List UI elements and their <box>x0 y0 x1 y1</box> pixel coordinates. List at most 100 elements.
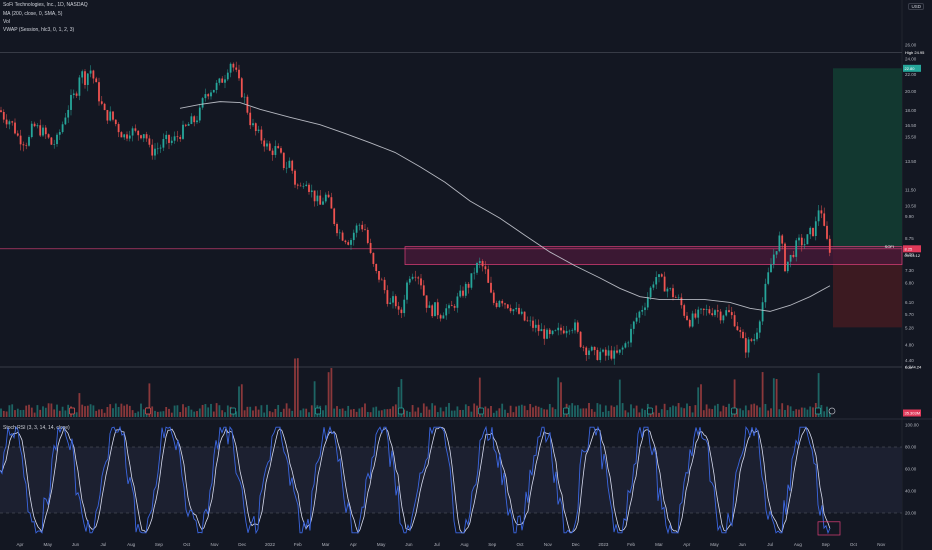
event-marker-icon[interactable] <box>315 407 321 415</box>
volume-bar <box>509 405 512 417</box>
event-marker-icon[interactable] <box>398 407 404 415</box>
candle-body <box>53 144 56 145</box>
volume-bar <box>798 409 800 417</box>
dividend-marker-icon[interactable] <box>828 407 836 415</box>
candle-body <box>506 304 509 309</box>
candle-body <box>826 225 828 239</box>
volume-bar <box>246 406 249 417</box>
volume-bar <box>380 410 383 417</box>
event-marker-icon[interactable] <box>731 407 737 415</box>
volume-bar <box>386 409 389 417</box>
event-marker-icon[interactable] <box>815 407 821 415</box>
candle-body <box>128 135 131 139</box>
time-axis-label: Sep <box>488 542 497 547</box>
volume-bar <box>590 409 593 417</box>
candle-body <box>694 313 697 318</box>
time-axis-label: Aug <box>794 542 803 547</box>
event-marker-icon[interactable] <box>230 407 236 415</box>
volume-bar <box>666 410 669 417</box>
candle-body <box>39 125 42 136</box>
volume-bar <box>571 403 574 417</box>
ma-legend[interactable]: MA (200, close, 0, SMA, 5) <box>3 11 62 18</box>
volume-bar <box>210 403 212 417</box>
candle-body <box>151 144 154 156</box>
candle-body <box>568 330 571 332</box>
volume-bar <box>422 403 425 417</box>
time-axis-label: Jun <box>405 542 413 547</box>
chart-canvas[interactable]: 4.244.404.805.285.706.106.807.308.008.75… <box>0 0 932 550</box>
volume-bar <box>366 411 369 417</box>
candle-body <box>36 125 39 127</box>
candle-body <box>44 127 47 135</box>
event-marker-icon[interactable] <box>145 407 151 415</box>
volume-bar <box>50 403 53 417</box>
candle-body <box>378 271 380 280</box>
price-tick-label: 24.00 <box>905 57 917 62</box>
event-marker-icon[interactable] <box>69 407 75 415</box>
volume-bar <box>778 409 781 417</box>
volume-bar <box>162 411 165 417</box>
candle-body <box>341 232 344 241</box>
vol-legend[interactable]: Vol <box>3 19 10 26</box>
candle-body <box>772 254 775 265</box>
volume-bar <box>702 410 705 417</box>
volume-bar <box>302 408 305 417</box>
vwap-legend[interactable]: VWAP (Session, hlc3, 0, 1, 2, 3) <box>3 27 74 34</box>
candle-body <box>828 238 831 253</box>
volume-bar <box>179 412 182 417</box>
event-marker-icon[interactable] <box>478 407 484 415</box>
volume-bar <box>728 403 730 417</box>
volume-bar <box>190 409 193 417</box>
candle-body <box>338 232 341 234</box>
candle-body <box>98 82 100 102</box>
candle-body <box>352 232 355 241</box>
candle-body <box>291 160 294 171</box>
position-target-zone[interactable] <box>833 68 902 249</box>
candle-body <box>126 134 128 139</box>
volume-bar <box>330 368 333 417</box>
event-marker-icon[interactable] <box>563 407 569 415</box>
candle-body <box>168 134 170 143</box>
candle-body <box>190 116 193 124</box>
candle-body <box>95 78 98 83</box>
volume-bar <box>470 411 473 417</box>
candle-body <box>686 315 688 321</box>
candle-body <box>450 305 453 307</box>
currency-label[interactable]: USD <box>908 3 924 10</box>
candle-body <box>638 311 641 318</box>
volume-bar <box>540 407 543 417</box>
candle-body <box>64 117 67 125</box>
candle-body <box>308 184 310 192</box>
candle-body <box>590 346 593 351</box>
candle-body <box>400 309 403 314</box>
candle-body <box>719 311 722 321</box>
stoch-tick-label: 80.00 <box>905 445 917 450</box>
candle-body <box>134 128 137 131</box>
volume-bar <box>761 372 764 417</box>
candle-body <box>260 129 263 141</box>
volume-bar <box>280 411 282 417</box>
volume-bar <box>764 403 767 417</box>
volume-bar <box>630 404 632 417</box>
volume-bar <box>36 405 39 417</box>
candle-body <box>588 350 590 355</box>
candle-body <box>571 330 574 331</box>
candle-body <box>72 93 75 95</box>
candle-body <box>11 121 14 123</box>
candle-body <box>238 69 240 79</box>
volume-bar <box>627 412 630 417</box>
event-marker-icon[interactable] <box>647 407 653 415</box>
volume-bar <box>792 410 795 417</box>
candle-body <box>630 328 632 343</box>
volume-bar <box>641 408 644 417</box>
volume-bar <box>372 407 375 417</box>
stoch-legend[interactable]: Stoch RSI (3, 3, 14, 14, close) <box>3 425 70 432</box>
candle-body <box>154 148 156 156</box>
volume-tag: 35.303M <box>905 411 921 416</box>
volume-bar <box>744 405 747 417</box>
volume-bar <box>464 404 467 417</box>
volume-bar <box>324 405 327 417</box>
candle-body <box>747 339 750 353</box>
volume-bar <box>414 411 417 417</box>
candle-body <box>411 276 414 279</box>
